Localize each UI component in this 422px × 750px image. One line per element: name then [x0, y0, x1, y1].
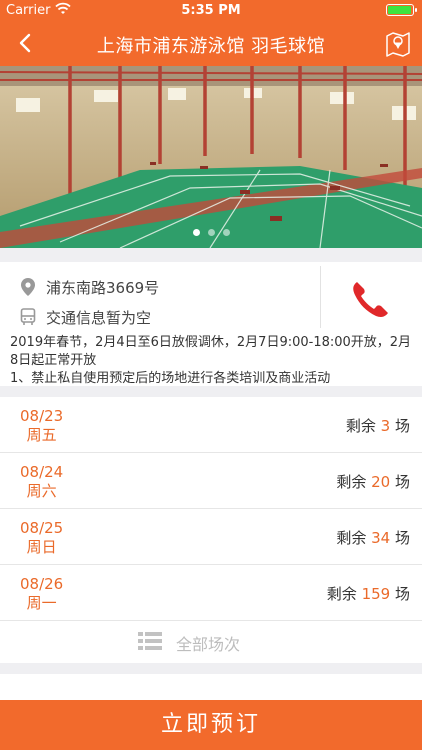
- date-row[interactable]: 08/24 周六 剩余 20 场: [0, 453, 422, 509]
- venue-photo-carousel[interactable]: [0, 66, 422, 248]
- date-label: 08/23: [20, 407, 64, 425]
- book-now-button[interactable]: 立即预订: [0, 700, 422, 750]
- venue-notice: 2019年春节，2月4日至6日放假调休，2月7日9:00-18:00开放，2月8…: [10, 335, 412, 386]
- transit-text: 交通信息暂为空: [46, 308, 152, 327]
- address-text: 浦东南路3669号: [46, 278, 160, 297]
- transit-row: 交通信息暂为空: [20, 302, 159, 332]
- date-label: 08/26: [20, 575, 64, 593]
- slot-count: 159: [361, 585, 391, 603]
- status-bar: Carrier 5:35 PM: [0, 0, 422, 20]
- date-label: 08/24: [20, 463, 64, 481]
- weekday-label: 周日: [26, 538, 57, 556]
- slot-count: 3: [380, 417, 391, 435]
- slot-count: 20: [371, 473, 391, 491]
- carousel-dot[interactable]: [192, 229, 200, 236]
- slot-count: 34: [371, 529, 391, 547]
- next-section-edge: [0, 674, 422, 702]
- remaining-slots: 剩余 20 场: [336, 473, 410, 491]
- date-row[interactable]: 08/25 周日 剩余 34 场: [0, 509, 422, 565]
- nav-bar: 上海市浦东游泳馆 羽毛球馆: [0, 20, 422, 66]
- back-arrow-icon[interactable]: [10, 26, 42, 60]
- carousel-dots: [0, 221, 422, 240]
- location-pin-icon: [21, 278, 35, 296]
- all-sessions-button[interactable]: 全部场次: [0, 621, 422, 663]
- remaining-slots: 剩余 34 场: [336, 529, 410, 547]
- remaining-slots: 剩余 159 场: [326, 585, 410, 603]
- date-label: 08/25: [20, 519, 64, 537]
- weekday-label: 周一: [26, 594, 57, 612]
- date-row[interactable]: 08/23 周五 剩余 3 场: [0, 397, 422, 453]
- all-sessions-label: 全部场次: [176, 635, 241, 654]
- date-row[interactable]: 08/26 周一 剩余 159 场: [0, 565, 422, 621]
- page-title: 上海市浦东游泳馆 羽毛球馆: [96, 36, 326, 57]
- clock: 5:35 PM: [181, 3, 241, 18]
- venue-info-card: 浦东南路3669号 交通信息暂为空 2019年春节，2月4日至6日放假调休，2月…: [0, 262, 422, 386]
- divider: [320, 266, 321, 328]
- phone-call-icon[interactable]: [348, 278, 392, 322]
- battery-icon: [386, 4, 417, 16]
- weekday-label: 周五: [26, 426, 57, 444]
- weekday-label: 周六: [26, 482, 57, 500]
- address-row[interactable]: 浦东南路3669号: [20, 272, 159, 302]
- date-list: 08/23 周五 剩余 3 场 08/24 周六 剩余 20 场 08/25 周日 剩…: [0, 397, 422, 663]
- bus-icon: [20, 308, 36, 325]
- list-icon: [138, 632, 162, 650]
- remaining-slots: 剩余 3 场: [345, 417, 410, 435]
- carousel-dot[interactable]: [222, 229, 230, 236]
- carousel-dot[interactable]: [207, 229, 215, 236]
- map-location-icon[interactable]: [384, 28, 412, 58]
